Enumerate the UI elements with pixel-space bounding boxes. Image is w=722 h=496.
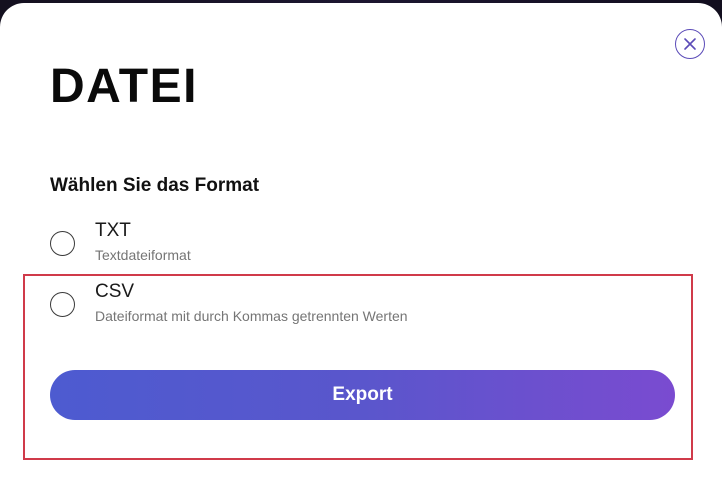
format-option-txt[interactable]: TXT Textdateiformat: [50, 220, 670, 270]
radio-csv[interactable]: [50, 292, 75, 317]
close-button[interactable]: [675, 29, 705, 59]
export-dialog: DATEI Wählen Sie das Format TXT Textdate…: [0, 3, 722, 496]
format-option-name: TXT: [95, 220, 131, 241]
format-option-description: Dateiformat mit durch Kommas getrennten …: [95, 308, 408, 324]
format-option-name: CSV: [95, 281, 135, 302]
radio-txt[interactable]: [50, 231, 75, 256]
export-button[interactable]: Export: [50, 370, 675, 420]
format-option-description: Textdateiformat: [95, 247, 191, 263]
close-icon: [684, 38, 696, 50]
format-section-label: Wählen Sie das Format: [50, 175, 260, 196]
dialog-title: DATEI: [50, 60, 198, 113]
format-option-csv[interactable]: CSV Dateiformat mit durch Kommas getrenn…: [50, 281, 670, 331]
